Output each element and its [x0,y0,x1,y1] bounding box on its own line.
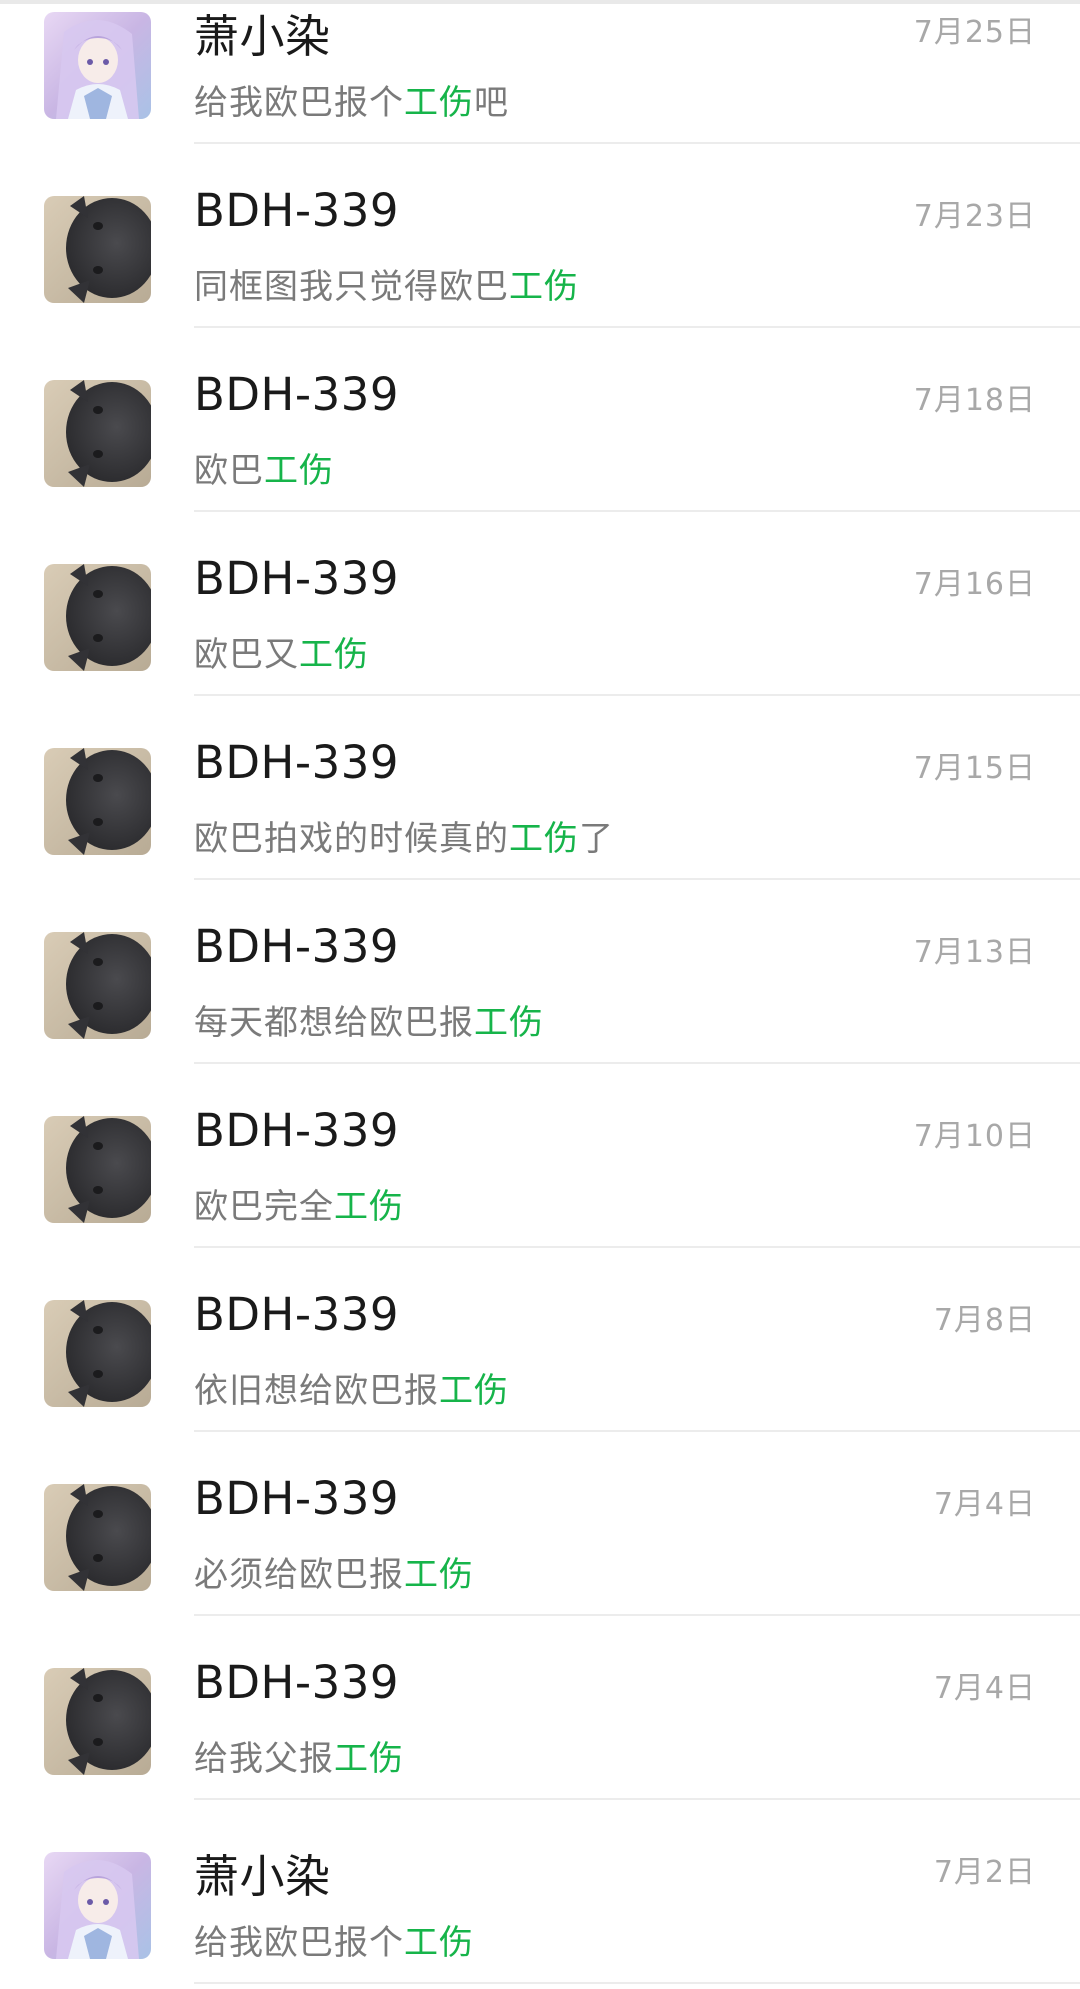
avatar[interactable] [44,748,151,855]
gray-cat-avatar-icon [44,1116,151,1223]
message-text: 给我欧巴报个 [194,83,404,123]
search-results-list: 萧小染 给我欧巴报个工伤吧 7月25日 BDH-339 同框图我只觉得欧巴工伤 … [0,0,1080,1984]
message-preview: 欧巴完全工伤 [194,1179,404,1228]
conversation-row[interactable]: 萧小染 给我欧巴报个工伤 7月2日 [0,1800,1080,1984]
message-text: 吧 [474,83,509,123]
gray-cat-avatar-icon [44,1300,151,1407]
message-date: 7月23日 [913,199,1036,234]
keyword-highlight: 工伤 [509,267,579,307]
message-text: 依旧想给欧巴报 [194,1371,439,1411]
contact-name: BDH-339 [194,1104,399,1157]
avatar[interactable] [44,1116,151,1223]
avatar[interactable] [44,564,151,671]
gray-cat-avatar-icon [44,748,151,855]
message-date: 7月13日 [913,935,1036,970]
row-divider [194,1982,1080,1984]
keyword-highlight: 工伤 [474,1003,544,1043]
message-date: 7月10日 [913,1119,1036,1154]
conversation-row[interactable]: BDH-339 依旧想给欧巴报工伤 7月8日 [0,1248,1080,1432]
contact-name: BDH-339 [194,920,399,973]
keyword-highlight: 工伤 [404,1555,474,1595]
conversation-row[interactable]: 萧小染 给我欧巴报个工伤吧 7月25日 [0,0,1080,144]
contact-name: BDH-339 [194,552,399,605]
conversation-row[interactable]: BDH-339 欧巴拍戏的时候真的工伤了 7月15日 [0,696,1080,880]
keyword-highlight: 工伤 [509,819,579,859]
avatar[interactable] [44,380,151,487]
avatar[interactable] [44,1300,151,1407]
message-date: 7月2日 [933,1855,1036,1890]
gray-cat-avatar-icon [44,380,151,487]
conversation-row[interactable]: BDH-339 欧巴又工伤 7月16日 [0,512,1080,696]
keyword-highlight: 工伤 [404,1923,474,1963]
contact-name: BDH-339 [194,736,399,789]
contact-name: BDH-339 [194,368,399,421]
message-date: 7月25日 [913,15,1036,50]
gray-cat-avatar-icon [44,196,151,303]
message-preview: 欧巴拍戏的时候真的工伤了 [194,811,614,860]
avatar[interactable] [44,1668,151,1775]
avatar[interactable] [44,196,151,303]
gray-cat-avatar-icon [44,932,151,1039]
message-preview: 同框图我只觉得欧巴工伤 [194,259,579,308]
message-text: 欧巴又 [194,635,299,675]
message-date: 7月16日 [913,567,1036,602]
keyword-highlight: 工伤 [264,451,334,491]
message-text: 了 [579,819,614,859]
conversation-row[interactable]: BDH-339 欧巴工伤 7月18日 [0,328,1080,512]
avatar[interactable] [44,932,151,1039]
message-text: 欧巴拍戏的时候真的 [194,819,509,859]
conversation-row[interactable]: BDH-339 同框图我只觉得欧巴工伤 7月23日 [0,144,1080,328]
conversation-row[interactable]: BDH-339 给我父报工伤 7月4日 [0,1616,1080,1800]
conversation-row[interactable]: BDH-339 每天都想给欧巴报工伤 7月13日 [0,880,1080,1064]
message-text: 给我欧巴报个 [194,1923,404,1963]
avatar[interactable] [44,1852,151,1959]
anime-girl-avatar-icon [44,12,151,119]
contact-name: BDH-339 [194,1288,399,1341]
avatar[interactable] [44,12,151,119]
message-text: 给我父报 [194,1739,334,1779]
message-preview: 给我欧巴报个工伤吧 [194,75,509,124]
message-preview: 必须给欧巴报工伤 [194,1547,474,1596]
message-text: 每天都想给欧巴报 [194,1003,474,1043]
gray-cat-avatar-icon [44,1668,151,1775]
message-date: 7月18日 [913,383,1036,418]
keyword-highlight: 工伤 [439,1371,509,1411]
keyword-highlight: 工伤 [334,1739,404,1779]
message-date: 7月4日 [933,1487,1036,1522]
avatar[interactable] [44,1484,151,1591]
contact-name: 萧小染 [194,10,331,63]
conversation-row[interactable]: BDH-339 欧巴完全工伤 7月10日 [0,1064,1080,1248]
message-preview: 欧巴又工伤 [194,627,369,676]
message-date: 7月15日 [913,751,1036,786]
keyword-highlight: 工伤 [334,1187,404,1227]
message-text: 必须给欧巴报 [194,1555,404,1595]
message-text: 同框图我只觉得欧巴 [194,267,509,307]
gray-cat-avatar-icon [44,1484,151,1591]
contact-name: BDH-339 [194,1656,399,1709]
message-preview: 欧巴工伤 [194,443,334,492]
contact-name: 萧小染 [194,1850,331,1903]
contact-name: BDH-339 [194,1472,399,1525]
conversation-row[interactable]: BDH-339 必须给欧巴报工伤 7月4日 [0,1432,1080,1616]
message-date: 7月8日 [933,1303,1036,1338]
message-text: 欧巴 [194,451,264,491]
keyword-highlight: 工伤 [299,635,369,675]
message-date: 7月4日 [933,1671,1036,1706]
message-preview: 给我父报工伤 [194,1731,404,1780]
message-preview: 给我欧巴报个工伤 [194,1915,474,1964]
keyword-highlight: 工伤 [404,83,474,123]
anime-girl-avatar-icon [44,1852,151,1959]
message-preview: 每天都想给欧巴报工伤 [194,995,544,1044]
message-preview: 依旧想给欧巴报工伤 [194,1363,509,1412]
contact-name: BDH-339 [194,184,399,237]
gray-cat-avatar-icon [44,564,151,671]
message-text: 欧巴完全 [194,1187,334,1227]
